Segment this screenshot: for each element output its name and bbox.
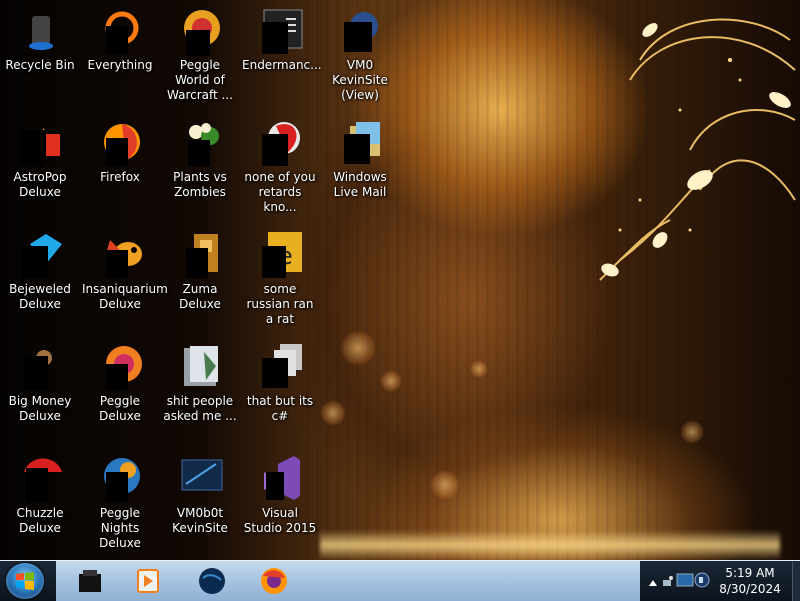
zuma-icon (176, 230, 224, 278)
terminal-icon (256, 6, 304, 54)
desktop-icon-label: Bejeweled Deluxe (9, 282, 71, 311)
desktop-icon-insaniquarium[interactable]: Insaniquarium Deluxe (82, 224, 168, 312)
everything-search-icon (96, 6, 144, 54)
monitor-icon[interactable] (676, 571, 694, 593)
taskbar-recycle-bin[interactable] (64, 564, 116, 598)
desktop-icon-windows-live-mail[interactable]: Windows Live Mail (322, 112, 398, 200)
folder-icon (176, 342, 224, 390)
desktop-icon-vm0b0t-kevinsite[interactable]: VM0b0t KevinSite (162, 448, 238, 536)
red-app-icon (256, 118, 304, 166)
desktop-icon-endermanc[interactable]: Endermanc... (242, 0, 322, 73)
desktop-icon-chuzzle[interactable]: Chuzzle Deluxe (2, 448, 78, 536)
recycle-bin-icon (16, 6, 64, 54)
start-button[interactable] (6, 563, 44, 599)
document-icon: e (256, 230, 304, 278)
globe-icon (336, 6, 384, 54)
peggle-icon (96, 342, 144, 390)
desktop-icon-firefox[interactable]: Firefox (82, 112, 158, 185)
recycle-bin-icon (79, 570, 101, 592)
desktop-icon-astropop[interactable]: AstroPop Deluxe (2, 112, 78, 200)
desktop-icon-visual-studio-2015[interactable]: Visual Studio 2015 (242, 448, 318, 536)
desktop-icon-label: Peggle World of Warcraft ... (167, 58, 233, 102)
desktop-icon-label: that but its c# (246, 394, 314, 423)
clock[interactable]: 5:19 AM 8/30/2024 (712, 565, 788, 597)
desktop-icon-label: AstroPop Deluxe (13, 170, 67, 199)
desktop-icon-label: Firefox (100, 170, 140, 184)
desktop-icon-label: VM0 KevinSite (View) (332, 58, 388, 102)
chuzzle-icon (16, 454, 64, 502)
peggle-nights-icon (96, 454, 144, 502)
desktop-icon-label: Peggle Nights Deluxe (99, 506, 141, 550)
desktop-icon-label: none of you retards kno... (244, 170, 316, 214)
desktop-icon-label: Recycle Bin (5, 58, 75, 72)
system-tray: 5:19 AM 8/30/2024 (640, 561, 800, 601)
desktop-icon-label: Big Money Deluxe (8, 394, 72, 423)
desktop-icon-label: Peggle Deluxe (99, 394, 141, 423)
taskbar-firefox[interactable] (248, 564, 300, 598)
network-icon[interactable] (662, 573, 674, 592)
visual-studio-icon (256, 454, 304, 502)
desktop-icon-label: Zuma Deluxe (179, 282, 221, 311)
astropop-icon (16, 118, 64, 166)
desktop-icon-peggle-deluxe[interactable]: Peggle Deluxe (82, 336, 158, 424)
desktop-icon-some-russian[interactable]: e some russian ran a rat (242, 224, 318, 327)
big-money-icon (16, 342, 64, 390)
desktop-icon-bejeweled[interactable]: Bejeweled Deluxe (2, 224, 78, 312)
firefox-icon (261, 568, 287, 594)
desktop-icon-zuma-deluxe[interactable]: Zuma Deluxe (162, 224, 238, 312)
desktop-icon-label: Plants vs Zombies (173, 170, 227, 199)
clock-time: 5:19 AM (725, 566, 775, 580)
globe-icon (199, 568, 225, 594)
desktop-icon-big-money[interactable]: Big Money Deluxe (2, 336, 78, 424)
desktop-icon-that-but-its-csharp[interactable]: that but its c# (242, 336, 318, 424)
firefox-icon (96, 118, 144, 166)
desktop-icon-none-of-you[interactable]: none of you retards kno... (242, 112, 318, 215)
desktop-icon-label: Chuzzle Deluxe (16, 506, 64, 535)
desktop-icon-peggle-nights[interactable]: Peggle Nights Deluxe (82, 448, 158, 551)
plants-vs-zombies-icon (176, 118, 224, 166)
desktop-icon-shit-people-asked[interactable]: shit people asked me ... (162, 336, 238, 424)
desktop-icon-label: Windows Live Mail (333, 170, 387, 199)
bejeweled-icon (16, 230, 64, 278)
desktop-icon-plants-vs-zombies[interactable]: Plants vs Zombies (162, 112, 238, 200)
clock-date: 8/30/2024 (719, 582, 781, 596)
taskbar: 5:19 AM 8/30/2024 (0, 560, 800, 601)
peggle-icon (176, 6, 224, 56)
desktop-icon-recycle-bin[interactable]: Recycle Bin (2, 0, 78, 73)
folder-stack-icon (256, 342, 304, 390)
desktop-icon-vm0-kevinsite-view[interactable]: VM0 KevinSite (View) (322, 0, 398, 103)
desktop-icon-peggle-wow[interactable]: Peggle World of Warcraft ... (162, 0, 238, 103)
desktop-icon-label: some russian ran a rat (246, 282, 314, 326)
desktop-icon-label: Insaniquarium Deluxe (82, 282, 168, 311)
desktop-icon-label: Endermanc... (242, 58, 322, 72)
mail-icon (336, 118, 384, 166)
desktop-icon-everything[interactable]: Everything (82, 0, 158, 73)
chevron-up-icon[interactable] (648, 573, 658, 592)
show-desktop-button[interactable] (792, 561, 800, 601)
desktop-icon-label: Visual Studio 2015 (243, 506, 317, 535)
fish-icon (96, 230, 144, 278)
speaker-icon[interactable] (694, 571, 710, 593)
desktop-icon-label: VM0b0t KevinSite (172, 506, 228, 535)
desktop-icon-label: shit people asked me ... (163, 394, 237, 423)
taskbar-globe[interactable] (186, 564, 238, 598)
taskbar-media-player[interactable] (122, 564, 174, 598)
desktop-icon-label: Everything (87, 58, 153, 72)
media-player-icon (137, 569, 159, 593)
vm-icon (176, 454, 224, 502)
windows-logo-icon (16, 572, 34, 590)
